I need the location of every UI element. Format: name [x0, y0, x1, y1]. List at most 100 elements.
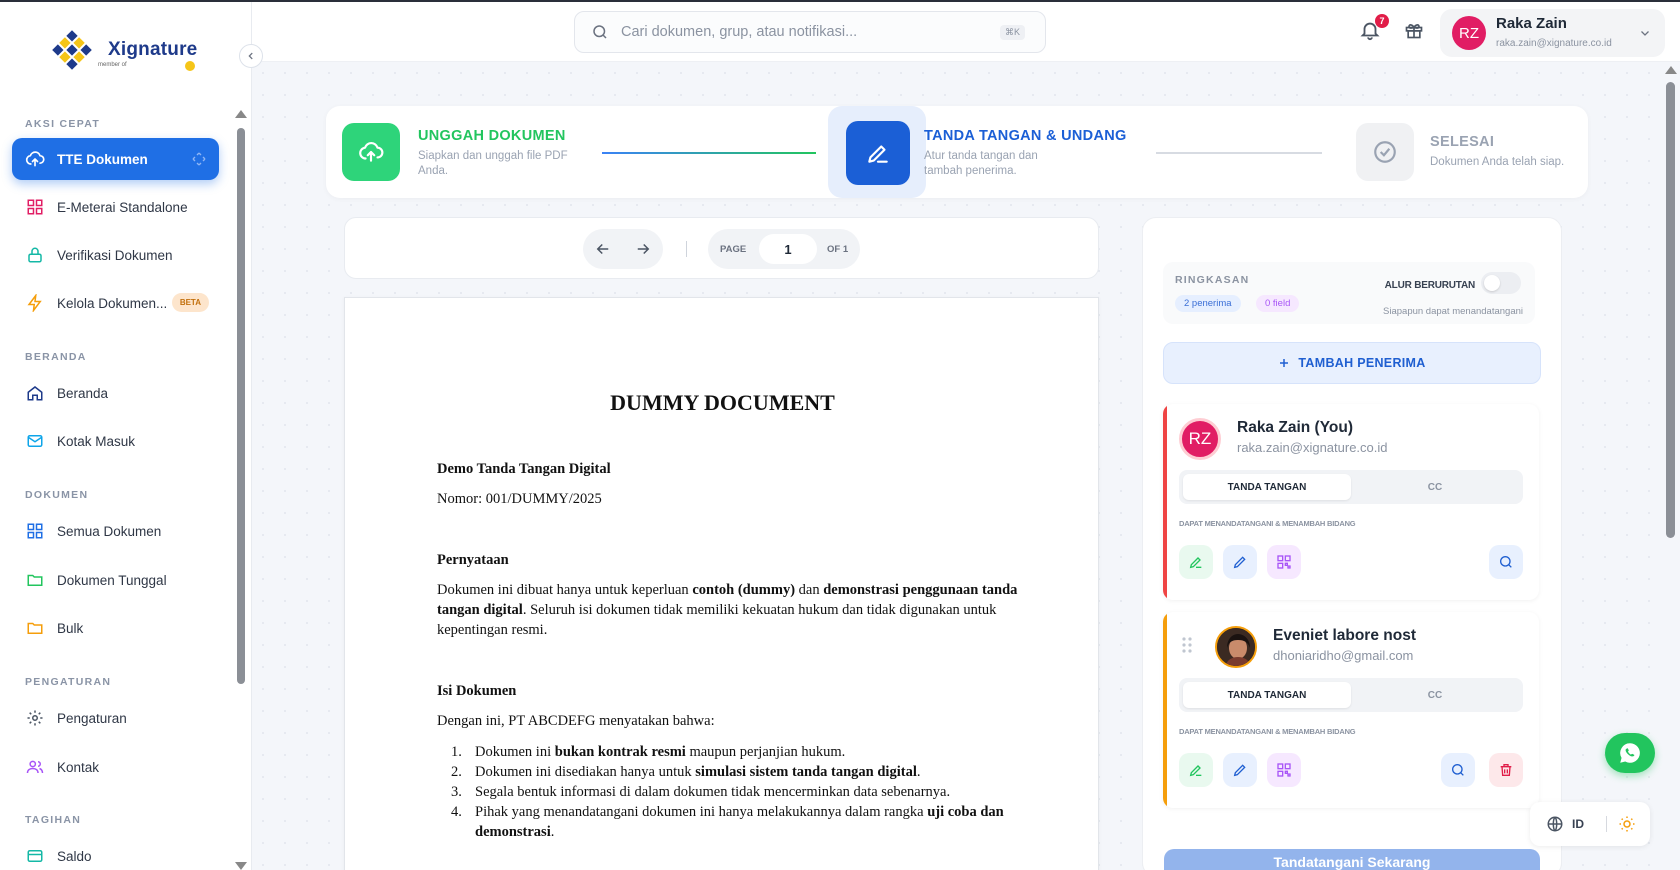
users-icon — [25, 757, 45, 777]
recipient-card: RZ Raka Zain (You) raka.zain@xignature.c… — [1163, 404, 1539, 600]
whatsapp-button[interactable] — [1605, 733, 1655, 773]
collapse-sidebar-button[interactable] — [239, 44, 263, 68]
step-done[interactable] — [1356, 123, 1414, 181]
scroll-up-icon[interactable] — [1665, 66, 1677, 74]
user-menu[interactable]: RZ Raka Zain raka.zain@xignature.co.id — [1440, 9, 1665, 57]
section-label-dokumen: DOKUMEN — [25, 489, 89, 501]
sidebar: Xignature member of AKSI CEPAT TTE Dokum… — [0, 2, 252, 870]
qr-field-button[interactable] — [1267, 753, 1301, 787]
add-recipient-button[interactable]: TAMBAH PENERIMA — [1163, 342, 1541, 384]
step-sign[interactable] — [846, 121, 910, 185]
section-label-beranda: BERANDA — [25, 351, 87, 363]
search-icon — [1500, 556, 1512, 568]
step-3-title: SELESAI — [1430, 134, 1495, 150]
sidebar-item-verifikasi[interactable]: Verifikasi Dokumen — [12, 234, 219, 276]
role-option-cc[interactable]: CC — [1351, 682, 1519, 708]
signature-field-button[interactable] — [1179, 753, 1213, 787]
recipient-name: Eveniet labore nost — [1273, 627, 1416, 644]
globe-icon[interactable] — [1546, 815, 1564, 833]
list-item: 4. Pihak yang menandatangani dokumen ini … — [451, 804, 1004, 840]
permission-text: DAPAT MENANDATANGANI & MENAMBAH BIDANG — [1179, 519, 1356, 528]
chevron-left-icon — [248, 52, 253, 60]
drag-handle-icon[interactable] — [1181, 636, 1193, 654]
sidebar-item-beranda[interactable]: Beranda — [12, 372, 219, 414]
initial-field-button[interactable] — [1223, 753, 1257, 787]
sidebar-item-kotak-masuk[interactable]: Kotak Masuk — [12, 420, 219, 462]
folder-icon — [25, 618, 45, 638]
top-header: ⌘K 7 RZ Raka Zain raka.zain@xignature.co… — [252, 2, 1680, 62]
role-option-cc[interactable]: CC — [1351, 474, 1519, 500]
role-option-sign[interactable]: TANDA TANGAN — [1183, 682, 1351, 708]
plus-icon — [1280, 359, 1289, 367]
sidebar-item-kelola-dokumen[interactable]: Kelola Dokumen... BETA — [12, 282, 219, 324]
sidebar-item-e-meterai[interactable]: E-Meterai Standalone — [12, 186, 219, 228]
sidebar-item-semua-dokumen[interactable]: Semua Dokumen — [12, 510, 219, 552]
search-icon — [1452, 764, 1464, 776]
field-count-chip: 0 field — [1256, 295, 1300, 312]
scroll-down-icon[interactable] — [235, 862, 247, 870]
partner-logo-icon — [185, 61, 195, 71]
sidebar-item-label: Verifikasi Dokumen — [57, 247, 173, 263]
signature-icon — [1189, 557, 1202, 569]
scroll-up-icon[interactable] — [235, 110, 247, 118]
initial-field-button[interactable] — [1223, 545, 1257, 579]
heading-pernyataan: Pernyataan — [437, 552, 509, 568]
sidebar-scrollbar[interactable] — [235, 110, 247, 870]
sidebar-item-label: Dokumen Tunggal — [57, 572, 167, 588]
delete-recipient-button[interactable] — [1489, 753, 1523, 787]
document-preview[interactable]: DUMMY DOCUMENT Demo Tanda Tangan Digital… — [344, 297, 1099, 870]
sidebar-item-label: Pengaturan — [57, 710, 127, 726]
preview-button[interactable] — [1489, 545, 1523, 579]
step-1-title: UNGGAH DOKUMEN — [418, 128, 566, 144]
arrow-right-icon[interactable] — [634, 240, 652, 258]
step-upload[interactable] — [342, 123, 400, 181]
search-icon — [593, 25, 607, 39]
search-input[interactable] — [621, 24, 981, 40]
sidebar-item-tte-dokumen[interactable]: TTE Dokumen — [12, 138, 219, 180]
page-selector: PAGE OF 1 — [708, 229, 860, 269]
toolbar-divider — [686, 241, 687, 257]
sign-now-button[interactable]: Tandatangani Sekarang — [1164, 849, 1540, 870]
sidebar-scroll-thumb[interactable] — [237, 128, 245, 684]
sidebar-item-label: Beranda — [57, 385, 109, 401]
avatar — [1215, 626, 1257, 668]
section-label-aksi-cepat: AKSI CEPAT — [25, 118, 101, 130]
search-bar[interactable]: ⌘K — [574, 11, 1046, 53]
gift-icon — [1405, 24, 1423, 39]
sequential-flow-toggle[interactable] — [1481, 272, 1521, 294]
page-input[interactable] — [759, 234, 817, 264]
card-accent-bar — [1163, 612, 1167, 808]
page-nav-group — [583, 229, 663, 269]
language-code[interactable]: ID — [1572, 817, 1584, 831]
signature-icon — [1189, 765, 1202, 777]
preview-button[interactable] — [1441, 753, 1475, 787]
gift-button[interactable] — [1404, 20, 1424, 40]
sidebar-item-label: TTE Dokumen — [57, 151, 148, 167]
summary-box: RINGKASAN 2 penerima 0 field ALUR BERURU… — [1163, 262, 1535, 324]
main-scroll-thumb[interactable] — [1666, 82, 1675, 538]
recipient-name: Raka Zain (You) — [1237, 419, 1353, 436]
beta-badge: BETA — [171, 293, 209, 312]
qr-code-icon — [1277, 763, 1291, 777]
pencil-icon — [1233, 556, 1246, 569]
sun-icon[interactable] — [1618, 815, 1636, 833]
main-scrollbar[interactable] — [1664, 64, 1678, 870]
signature-field-button[interactable] — [1179, 545, 1213, 579]
xignature-logo-icon — [52, 30, 104, 70]
sidebar-item-bulk[interactable]: Bulk — [12, 607, 219, 649]
sidebar-item-dokumen-tunggal[interactable]: Dokumen Tunggal — [12, 559, 219, 601]
bolt-icon — [25, 293, 45, 313]
arrow-left-icon[interactable] — [594, 240, 612, 258]
lock-icon — [25, 245, 45, 265]
sidebar-item-label: Semua Dokumen — [57, 523, 162, 539]
sidebar-item-kontak[interactable]: Kontak — [12, 746, 219, 788]
sidebar-item-saldo[interactable]: Saldo — [12, 835, 219, 870]
user-name: Raka Zain — [1496, 15, 1567, 32]
sidebar-item-pengaturan[interactable]: Pengaturan — [12, 697, 219, 739]
paragraph-pernyataan: Dokumen ini dibuat hanya untuk keperluan… — [437, 582, 1018, 638]
user-email: raka.zain@xignature.co.id — [1496, 38, 1612, 49]
role-option-sign[interactable]: TANDA TANGAN — [1183, 474, 1351, 500]
notification-count-badge: 7 — [1375, 14, 1389, 28]
permission-text: DAPAT MENANDATANGANI & MENAMBAH BIDANG — [1179, 727, 1356, 736]
qr-field-button[interactable] — [1267, 545, 1301, 579]
